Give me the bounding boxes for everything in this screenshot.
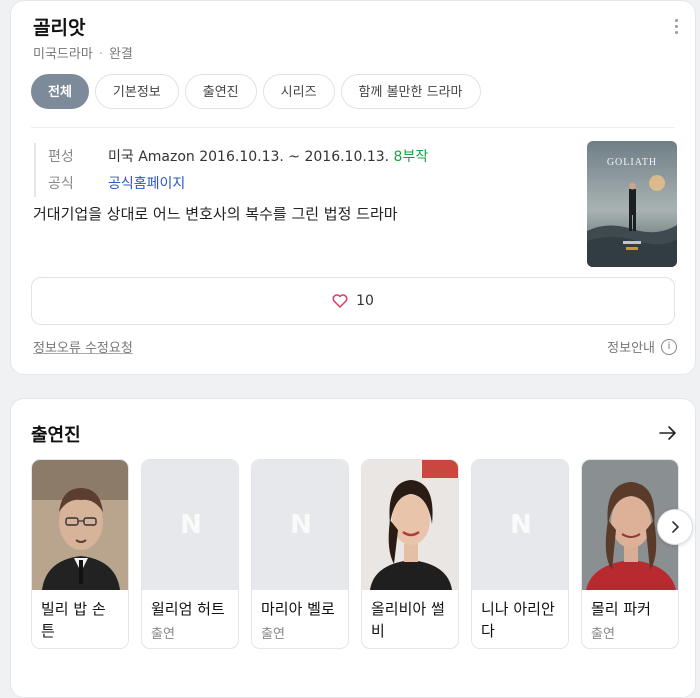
drama-subtitle: 미국드라마 · 완결 <box>33 43 133 62</box>
cast-name: 올리비아 썰비 <box>371 600 445 640</box>
cast-role: 출연 <box>261 627 285 642</box>
report-error-link[interactable]: 정보오류 수정요청 <box>33 337 133 356</box>
cast-role: 출연 <box>32 642 128 648</box>
tab-cast[interactable]: 출연진 <box>184 74 257 109</box>
genre-label: 미국드라마 <box>33 47 93 62</box>
separator-dot: · <box>98 47 103 62</box>
next-cast-button[interactable] <box>657 509 693 545</box>
cast-name: 마리아 벨로 <box>261 600 335 618</box>
cast-photo-placeholder: N <box>472 460 568 590</box>
divider <box>31 127 675 128</box>
official-row: 공식 공식홈페이지 <box>48 173 185 193</box>
arrow-right-icon[interactable] <box>659 425 677 441</box>
cast-name: 윌리엄 허트 <box>151 600 225 618</box>
official-label: 공식 <box>48 176 74 192</box>
cast-name: 니나 아리안다 <box>481 600 555 640</box>
heart-icon <box>332 294 348 308</box>
chevron-right-icon <box>672 521 679 533</box>
cast-photo-placeholder: N <box>252 460 348 590</box>
tab-basic-info[interactable]: 기본정보 <box>94 74 179 109</box>
poster-image: GOLIATH <box>587 141 677 267</box>
tab-series[interactable]: 시리즈 <box>262 74 335 109</box>
cast-section-title[interactable]: 출연진 <box>31 421 81 447</box>
cast-role: 출연 <box>151 627 175 642</box>
cast-member[interactable]: 빌리 밥 손튼 출연 <box>31 459 129 649</box>
cast-photo <box>362 460 458 590</box>
cast-photo-placeholder: N <box>142 460 238 590</box>
cast-role: 출연 <box>472 642 568 648</box>
schedule-text: 미국 Amazon 2016.10.13. ~ 2016.10.13. <box>108 149 390 165</box>
cast-member[interactable]: N 윌리엄 허트 출연 <box>141 459 239 649</box>
tab-bar: 전체 기본정보 출연진 시리즈 함께 볼만한 드라마 <box>31 74 481 109</box>
naver-logo-icon: N <box>510 510 532 540</box>
drama-title: 골리앗 <box>33 17 86 39</box>
cast-card-section: 출연진 빌리 밥 손튼 N 윌리엄 허트 출연 N 마리아 벨로 출연 올리비아… <box>10 398 696 698</box>
cast-name: 빌리 밥 손튼 <box>41 600 106 640</box>
cast-role: 출연 <box>591 627 615 642</box>
drama-poster[interactable]: GOLIATH <box>587 141 677 267</box>
cast-member[interactable]: 올리비아 썰비 출연 <box>361 459 459 649</box>
info-guide-label: 정보안내 <box>607 341 655 356</box>
info-accent-bar <box>34 143 36 197</box>
official-homepage-link[interactable]: 공식홈페이지 <box>108 173 185 193</box>
naver-logo-icon: N <box>290 510 312 540</box>
cast-member[interactable]: N 마리아 벨로 출연 <box>251 459 349 649</box>
cast-member[interactable]: 몰리 파커 출연 <box>581 459 679 649</box>
tab-all[interactable]: 전체 <box>31 74 89 109</box>
cast-role: 출연 <box>362 642 458 648</box>
naver-logo-icon: N <box>180 510 202 540</box>
cast-list: 빌리 밥 손튼 출연 N 윌리엄 허트 출연 N 마리아 벨로 출연 <box>31 459 700 649</box>
schedule-label: 편성 <box>48 149 74 165</box>
status-label: 완결 <box>108 47 133 62</box>
cast-photo <box>32 460 128 590</box>
more-options-icon[interactable] <box>675 19 679 37</box>
drama-info-card: 골리앗 미국드라마 · 완결 전체 기본정보 출연진 시리즈 함께 볼만한 드라마 … <box>10 0 696 375</box>
cast-name: 몰리 파커 <box>591 600 651 618</box>
info-guide[interactable]: 정보안내 i <box>607 337 677 356</box>
tab-related-dramas[interactable]: 함께 볼만한 드라마 <box>340 74 481 109</box>
info-circle-icon: i <box>661 338 677 355</box>
poster-title-text: GOLIATH <box>607 157 657 168</box>
schedule-value: 미국 Amazon 2016.10.13. ~ 2016.10.13. 8부작 <box>108 146 428 166</box>
cast-member[interactable]: N 니나 아리안다 출연 <box>471 459 569 649</box>
like-button[interactable]: 10 <box>31 277 675 325</box>
schedule-row: 편성 미국 Amazon 2016.10.13. ~ 2016.10.13. 8… <box>48 146 428 166</box>
like-count: 10 <box>356 293 374 309</box>
drama-description: 거대기업을 상대로 어느 변호사의 복수를 그린 법정 드라마 <box>33 205 398 223</box>
episode-count: 8부작 <box>393 149 429 165</box>
